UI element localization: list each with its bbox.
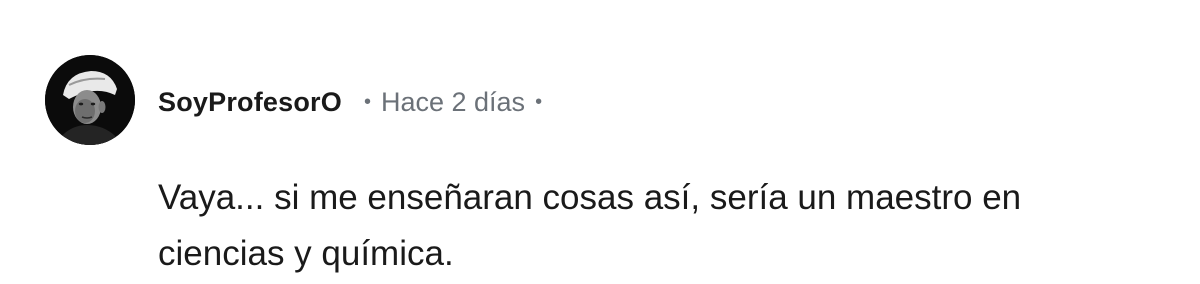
avatar[interactable]	[45, 55, 135, 145]
comment-timestamp[interactable]: Hace 2 días	[381, 87, 525, 118]
user-avatar-icon	[45, 55, 135, 145]
separator-dot: •	[535, 90, 543, 113]
separator-dot: •	[363, 90, 371, 113]
comment-card: SoyProfesorO • Hace 2 días • Vaya... si …	[0, 0, 1200, 284]
comment-header: SoyProfesorO • Hace 2 días •	[158, 84, 542, 120]
comment-text: Vaya... si me enseñaran cosas así, sería…	[158, 178, 1022, 273]
author-name[interactable]: SoyProfesorO	[158, 87, 342, 118]
